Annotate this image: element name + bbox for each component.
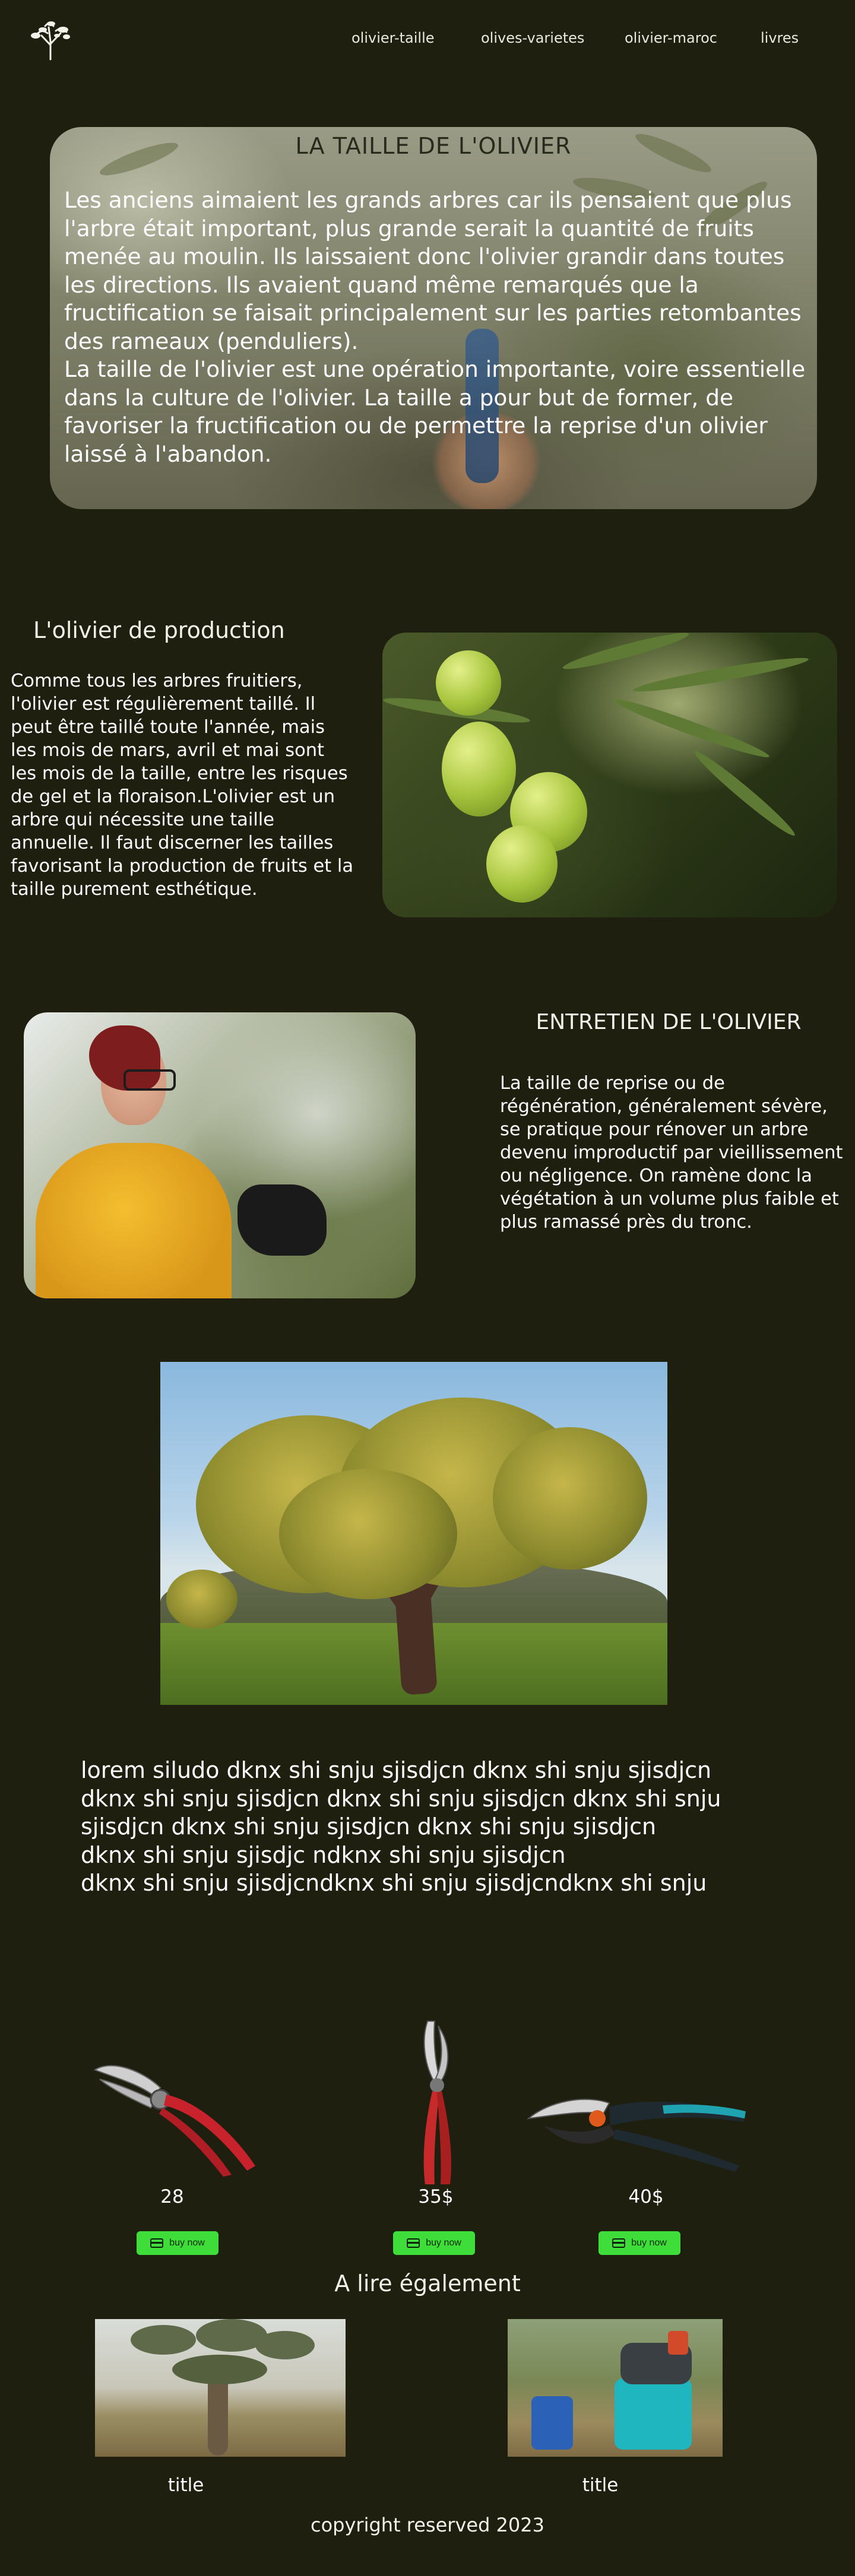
lorem-text-block: lorem siludo dknx shi snju sjisdjcn dknx… bbox=[81, 1756, 805, 1898]
footer-copyright: copyright reserved 2023 bbox=[311, 2514, 544, 2536]
hero-paragraph-1: Les anciens aimaient les grands arbres c… bbox=[64, 187, 802, 354]
production-text: Comme tous les arbres fruitiers, l'olivi… bbox=[11, 671, 354, 900]
nav-link-olives-varietes[interactable]: olives-varietes bbox=[481, 30, 584, 46]
hero-banner: LA TAILLE DE L'OLIVIER Les anciens aimai… bbox=[50, 127, 817, 509]
lorem-line: sjisdjcn dknx shi snju sjisdjcn dknx shi… bbox=[81, 1813, 657, 1840]
hero-paragraph-2: La taille de l'olivier est une opération… bbox=[64, 356, 806, 467]
secateur-vertical-icon bbox=[423, 2021, 452, 2184]
woman-pruning-photo bbox=[24, 1012, 416, 1298]
entretien-text: La taille de reprise ou de régénération,… bbox=[500, 1073, 843, 1233]
product-price: 35$ bbox=[418, 2186, 454, 2207]
product-price: 40$ bbox=[628, 2186, 664, 2207]
read-also-image-garden-shredder[interactable] bbox=[508, 2319, 723, 2457]
olive-tree-photo bbox=[160, 1362, 667, 1705]
olive-tree-logo-icon bbox=[31, 21, 70, 61]
buy-now-label: buy now bbox=[631, 2238, 667, 2248]
entretien-title: ENTRETIEN DE L'OLIVIER bbox=[536, 1010, 802, 1034]
credit-card-icon bbox=[150, 2238, 164, 2248]
read-also-item-title[interactable]: title bbox=[97, 2475, 275, 2496]
nav-link-olivier-maroc[interactable]: olivier-maroc bbox=[625, 30, 717, 46]
buy-now-label: buy now bbox=[426, 2238, 461, 2248]
olives-photo bbox=[382, 633, 837, 917]
production-title: L'olivier de production bbox=[33, 617, 285, 643]
nav-link-livres[interactable]: livres bbox=[761, 30, 799, 46]
read-also-item-title[interactable]: title bbox=[511, 2475, 689, 2496]
secateur-red-icon bbox=[93, 2065, 255, 2177]
lorem-line: dknx shi snju sjisdjcn dknx shi snju sji… bbox=[81, 1785, 721, 1812]
buy-now-label: buy now bbox=[169, 2238, 205, 2248]
credit-card-icon bbox=[407, 2238, 420, 2248]
hero-title: LA TAILLE DE L'OLIVIER bbox=[295, 133, 572, 159]
read-also-image-bonsai-olive[interactable] bbox=[95, 2319, 346, 2457]
secateur-teal-icon bbox=[526, 2098, 746, 2172]
buy-now-button[interactable]: buy now bbox=[598, 2231, 680, 2255]
product-price: 28 bbox=[160, 2186, 184, 2207]
logo[interactable] bbox=[25, 18, 76, 61]
credit-card-icon bbox=[612, 2238, 626, 2248]
buy-now-button[interactable]: buy now bbox=[137, 2231, 218, 2255]
lorem-line: dknx shi snju sjisdjc ndknx shi snju sji… bbox=[81, 1841, 566, 1868]
lorem-line: lorem siludo dknx shi snju sjisdjcn dknx… bbox=[81, 1757, 712, 1783]
read-also-title: A lire également bbox=[334, 2270, 521, 2297]
buy-now-button[interactable]: buy now bbox=[393, 2231, 475, 2255]
hero-text: Les anciens aimaient les grands arbres c… bbox=[64, 186, 806, 468]
lorem-line: dknx shi snju sjisdjcndknx shi snju sjis… bbox=[81, 1870, 707, 1896]
nav-link-olivier-taille[interactable]: olivier-taille bbox=[352, 30, 435, 46]
